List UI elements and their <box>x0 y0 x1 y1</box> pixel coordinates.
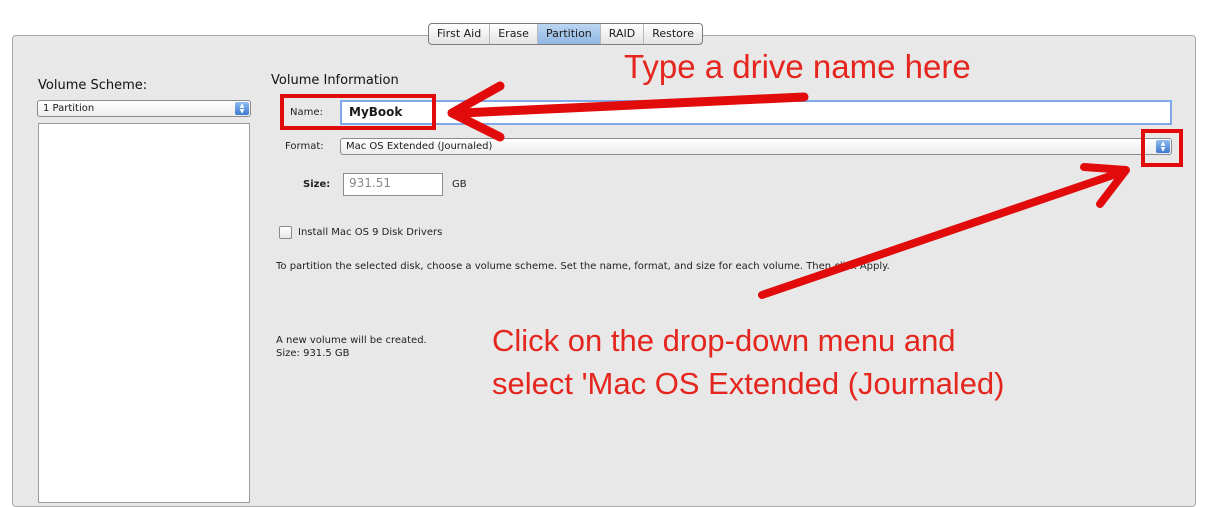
tab-partition[interactable]: Partition <box>537 24 601 44</box>
annotation-select-format: select 'Mac OS Extended (Journaled) <box>492 366 1005 401</box>
disk-utility-window: First Aid Erase Partition RAID Restore V… <box>0 0 1206 507</box>
annotation-type-name: Type a drive name here <box>624 48 971 85</box>
annotation-arrows <box>447 81 1130 299</box>
tab-restore[interactable]: Restore <box>644 24 702 44</box>
arrow-to-name-field <box>457 92 809 118</box>
annotation-click-dropdown: Click on the drop-down menu and <box>492 323 956 358</box>
tab-erase[interactable]: Erase <box>490 24 538 44</box>
tab-raid[interactable]: RAID <box>601 24 645 44</box>
tab-first-aid[interactable]: First Aid <box>429 24 491 44</box>
arrow-to-format-popup <box>758 168 1126 299</box>
tab-bar: First Aid Erase Partition RAID Restore <box>428 23 703 45</box>
